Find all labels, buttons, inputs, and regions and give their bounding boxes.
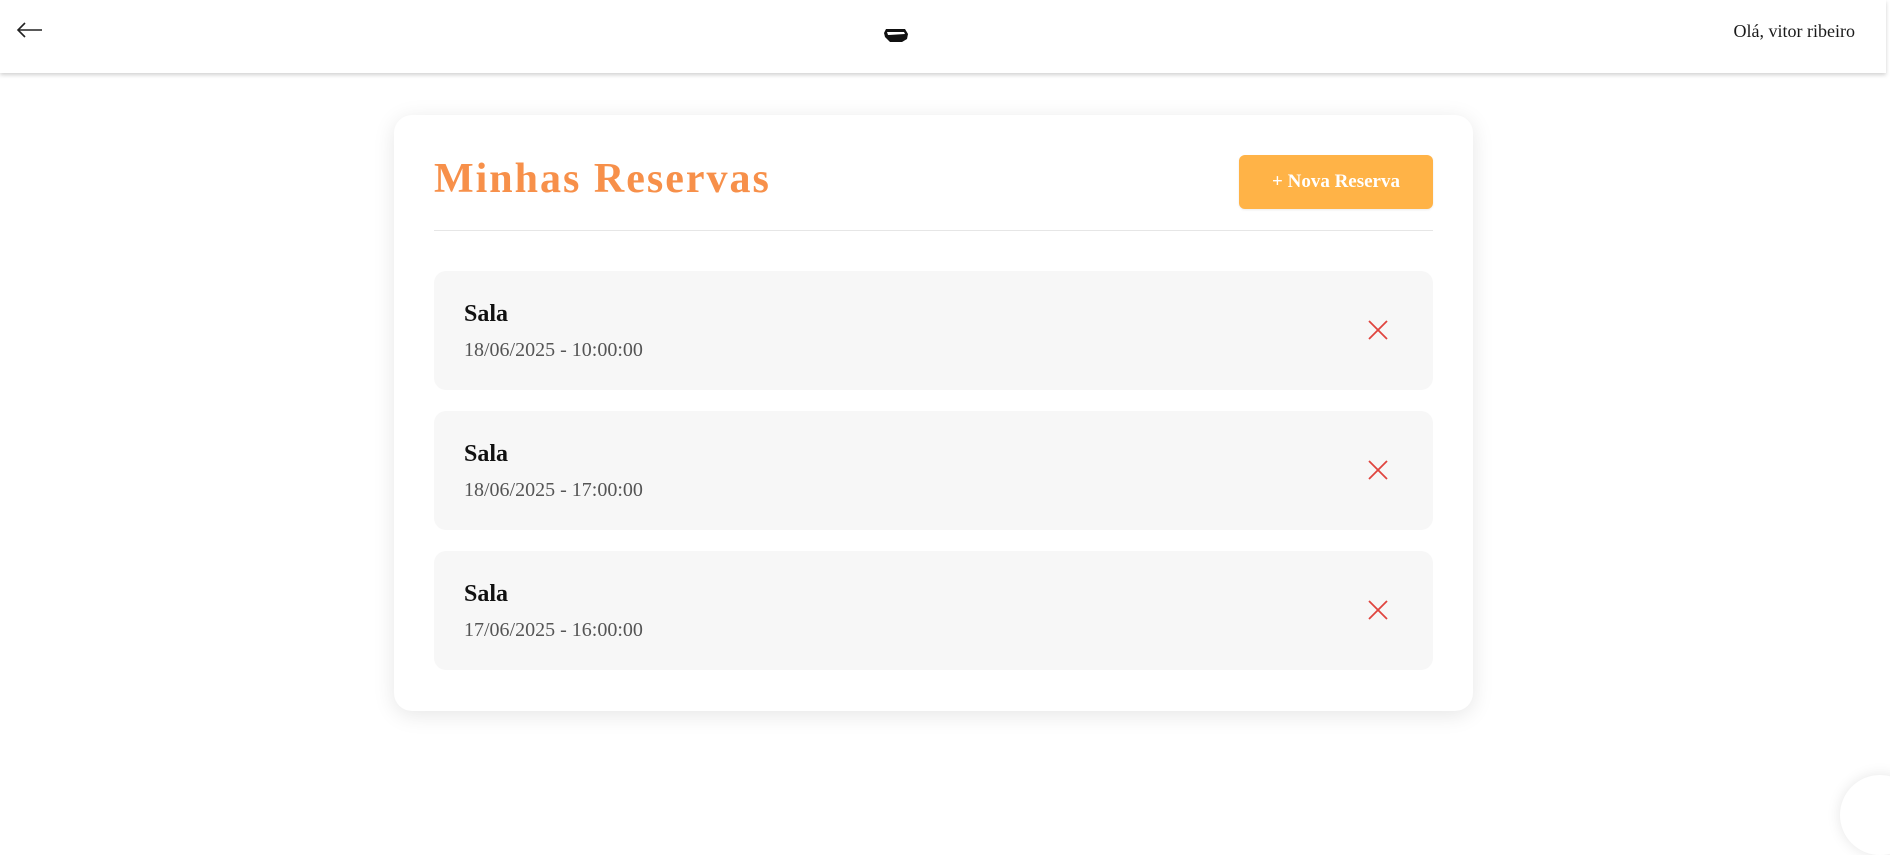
new-reservation-button[interactable]: + Nova Reserva (1239, 155, 1433, 209)
close-icon (1368, 320, 1388, 340)
reservation-item: Sala 17/06/2025 - 16:00:00 (434, 551, 1433, 670)
reservation-item: Sala 18/06/2025 - 10:00:00 (434, 271, 1433, 390)
close-icon (1368, 600, 1388, 620)
back-button[interactable] (16, 10, 48, 50)
page-title: Minhas Reservas (434, 156, 771, 202)
reservation-name: Sala (464, 581, 509, 607)
cancel-reservation-button[interactable] (1363, 315, 1393, 345)
reservation-name: Sala (464, 441, 509, 467)
cancel-reservation-button[interactable] (1363, 455, 1393, 485)
reservation-datetime: 17/06/2025 - 16:00:00 (464, 619, 643, 641)
reservation-item: Sala 18/06/2025 - 17:00:00 (434, 411, 1433, 530)
cancel-reservation-button[interactable] (1363, 595, 1393, 625)
reservation-name: Sala (464, 301, 509, 327)
reservation-datetime: 18/06/2025 - 10:00:00 (464, 339, 643, 361)
divider (434, 230, 1433, 231)
reservation-datetime: 18/06/2025 - 17:00:00 (464, 479, 643, 501)
corner-widget (1840, 775, 1890, 855)
reservations-card: Minhas Reservas + Nova Reserva Sala 18/0… (394, 115, 1473, 711)
arrow-left-icon (16, 22, 42, 38)
reservation-list: Sala 18/06/2025 - 10:00:00 Sala 18/06/20… (434, 271, 1433, 691)
top-bar: Olá, vitor ribeiro (0, 0, 1886, 73)
close-icon (1368, 460, 1388, 480)
brand-logo-icon (884, 29, 908, 42)
user-greeting: Olá, vitor ribeiro (1733, 21, 1855, 41)
